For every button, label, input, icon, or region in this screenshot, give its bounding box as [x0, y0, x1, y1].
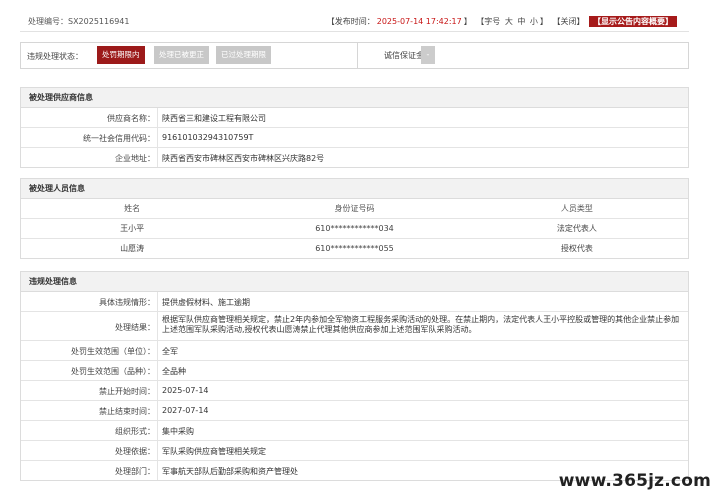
- font-small-link[interactable]: 小: [530, 17, 538, 26]
- ban-end-label: 禁止结束时间：: [99, 407, 155, 416]
- address-label: 企业地址：: [115, 154, 155, 163]
- person-name: 山愿涛: [120, 244, 145, 253]
- status-expired-button[interactable]: 已过处理期限: [216, 46, 271, 64]
- show-summary-button[interactable]: 【显示公告内容概要】: [589, 16, 677, 27]
- scope-unit-value: 全军: [162, 347, 178, 356]
- status-bar: 违规处理状态： 处罚期限内 处理已被更正 已过处理期限 诚信保证金： -: [20, 42, 689, 69]
- org-form-value: 集中采购: [162, 427, 194, 436]
- font-size-label: 【字号: [476, 17, 501, 26]
- credit-code-label: 统一社会信用代码：: [83, 134, 155, 143]
- header-tools: 【发布时间： 2025-07-14 17:42:17】 【字号 大 中 小】 【关…: [325, 16, 677, 27]
- supplier-row: 企业地址： 陕西省西安市碑林区西安市碑林区兴庆路82号: [21, 148, 688, 167]
- table-row: 山愿涛 610************055 授权代表: [21, 239, 688, 259]
- font-large-link[interactable]: 大: [505, 17, 513, 26]
- violation-section: 违规处理信息 具体违规情形： 提供虚假材料、施工逾期 处理结果： 根据军队供应商…: [20, 271, 689, 481]
- result-value: 根据军队供应商管理相关规定，禁止2年内参加全军物资工程服务采购活动的处理。在禁止…: [162, 315, 680, 334]
- column-header: 人员类型: [465, 199, 688, 219]
- violation-type-value: 提供虚假材料、施工逾期: [162, 298, 250, 307]
- publish-time: 2025-07-14 17:42:17: [376, 17, 462, 26]
- status-label: 违规处理状态：: [27, 52, 83, 61]
- supplier-row: 统一社会信用代码： 91610103294310759T: [21, 128, 688, 148]
- address-value: 陕西省西安市碑林区西安市碑林区兴庆路82号: [162, 154, 325, 163]
- violation-row: 具体违规情形： 提供虚假材料、施工逾期: [21, 292, 688, 312]
- persons-section: 被处理人员信息 姓名 身份证号码 人员类型 王小平 610***********…: [20, 178, 689, 259]
- ban-start-label: 禁止开始时间：: [99, 387, 155, 396]
- person-name: 王小平: [21, 218, 244, 239]
- org-form-label: 组织形式：: [115, 427, 155, 436]
- person-id: 610************055: [315, 244, 394, 253]
- violation-row: 禁止结束时间： 2027-07-14: [21, 401, 688, 421]
- site-watermark: www.365jz.com: [558, 471, 711, 491]
- result-label: 处理结果：: [115, 323, 155, 332]
- violation-row: 处理依据： 军队采购供应商管理相关规定: [21, 441, 688, 461]
- case-number: 处理编号：SX2025116941: [28, 16, 129, 27]
- person-id: 610************034: [243, 218, 466, 239]
- violation-row: 禁止开始时间： 2025-07-14: [21, 381, 688, 401]
- scope-unit-label: 处罚生效范围（单位）：: [71, 347, 155, 356]
- notice-header: 处理编号：SX2025116941 【发布时间： 2025-07-14 17:42…: [20, 11, 689, 32]
- scope-category-value: 全品种: [162, 367, 186, 376]
- supplier-name-value: 陕西省三和建设工程有限公司: [162, 114, 266, 123]
- person-type: 法定代表人: [465, 218, 688, 239]
- violation-row: 组织形式： 集中采购: [21, 421, 688, 441]
- basis-value: 军队采购供应商管理相关规定: [162, 447, 266, 456]
- violation-type-label: 具体违规情形：: [99, 298, 155, 307]
- supplier-row: 供应商名称： 陕西省三和建设工程有限公司: [21, 108, 688, 128]
- close-link[interactable]: 【关闭】: [552, 17, 584, 26]
- violation-row: 处罚生效范围（品种）： 全品种: [21, 361, 688, 381]
- persons-table: 姓名 身份证号码 人员类型 王小平 610************034 法定代…: [21, 199, 688, 258]
- supplier-section-title: 被处理供应商信息: [21, 88, 688, 108]
- department-label: 处理部门：: [115, 467, 155, 476]
- publish-end: 】: [463, 17, 472, 26]
- column-header: 姓名: [21, 199, 244, 219]
- status-corrected-button[interactable]: 处理已被更正: [154, 46, 209, 64]
- case-number-value: SX2025116941: [68, 17, 130, 26]
- ban-start-value: 2025-07-14: [162, 386, 209, 395]
- table-row: 王小平 610************034 法定代表人: [21, 218, 688, 239]
- table-header-row: 姓名 身份证号码 人员类型: [21, 199, 688, 219]
- font-medium-link[interactable]: 中: [517, 17, 525, 26]
- violation-section-title: 违规处理信息: [21, 272, 688, 292]
- ban-end-value: 2027-07-14: [162, 406, 209, 415]
- deposit-value: -: [421, 46, 435, 64]
- case-number-label: 处理编号：: [28, 17, 68, 26]
- supplier-name-label: 供应商名称：: [107, 114, 155, 123]
- violation-row: 处罚生效范围（单位）： 全军: [21, 341, 688, 361]
- publish-label: 【发布时间：: [326, 17, 375, 26]
- basis-label: 处理依据：: [115, 447, 155, 456]
- persons-section-title: 被处理人员信息: [21, 179, 688, 199]
- status-in-penalty-button[interactable]: 处罚期限内: [97, 46, 145, 64]
- person-type: 授权代表: [560, 244, 593, 253]
- violation-row: 处理结果： 根据军队供应商管理相关规定，禁止2年内参加全军物资工程服务采购活动的…: [21, 312, 688, 341]
- supplier-section: 被处理供应商信息 供应商名称： 陕西省三和建设工程有限公司 统一社会信用代码： …: [20, 87, 689, 168]
- font-size-end: 】: [539, 17, 548, 26]
- credit-code-value: 91610103294310759T: [162, 133, 254, 142]
- scope-category-label: 处罚生效范围（品种）：: [71, 367, 155, 376]
- column-header: 身份证号码: [243, 199, 466, 219]
